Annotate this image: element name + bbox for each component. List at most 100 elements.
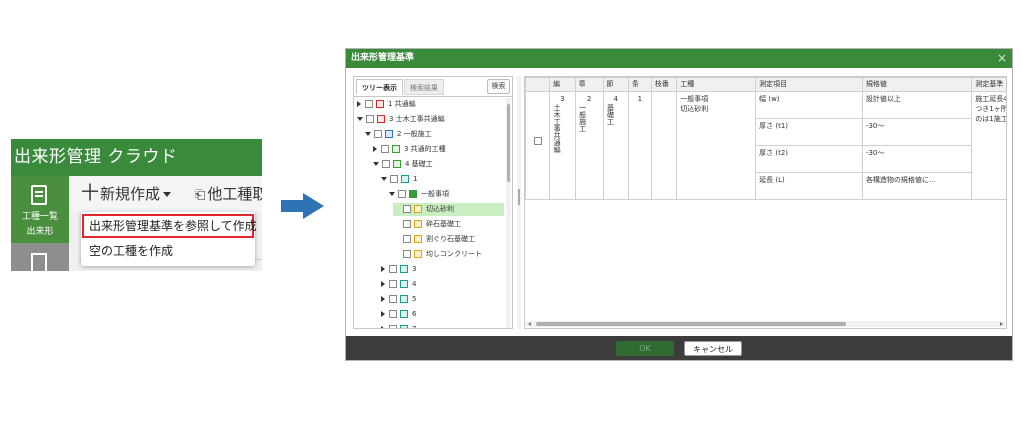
col-header-item: 測定項目 xyxy=(755,77,863,92)
scroll-left-icon[interactable] xyxy=(528,322,531,326)
new-create-button[interactable]: 十新規作成 xyxy=(81,184,172,204)
node-icon xyxy=(414,220,422,228)
tree-checkbox[interactable] xyxy=(389,265,397,273)
tree-checkbox[interactable] xyxy=(403,220,411,228)
expand-icon[interactable] xyxy=(381,311,385,317)
expand-icon[interactable] xyxy=(381,296,385,302)
tree-item[interactable]: 一般事項 xyxy=(389,188,449,201)
tree-item[interactable]: 5 xyxy=(381,293,416,306)
tree-item-label: 6 xyxy=(412,310,417,318)
tab-search-results[interactable]: 検索結果 xyxy=(404,79,444,95)
toolbar: 十新規作成 ⎗ 他工種取 xyxy=(69,176,262,212)
node-icon xyxy=(377,115,385,123)
tree-checkbox[interactable] xyxy=(389,325,397,328)
cancel-button[interactable]: キャンセル xyxy=(684,341,742,356)
cell-sho: 2 一般施工 xyxy=(574,91,604,200)
tree-item[interactable]: 2 一般施工 xyxy=(365,128,432,141)
tree-checkbox[interactable] xyxy=(403,235,411,243)
expand-icon[interactable] xyxy=(381,281,385,287)
ok-button[interactable]: OK xyxy=(616,341,674,356)
expand-icon[interactable] xyxy=(381,326,385,328)
table-h-scrollbar[interactable] xyxy=(526,321,1005,327)
tree-item[interactable]: 1 共通編 xyxy=(357,98,416,111)
import-icon: ⎗ xyxy=(195,188,206,203)
tree-item-label: 4 xyxy=(412,280,417,288)
tree-item-label: 割ぐり石基礎工 xyxy=(426,235,475,243)
collapse-icon[interactable] xyxy=(373,162,379,166)
sho-number: 2 xyxy=(586,95,592,103)
collapse-icon[interactable] xyxy=(389,192,395,196)
tree-checkbox[interactable] xyxy=(365,100,373,108)
collapse-icon[interactable] xyxy=(381,177,387,181)
tree-tabs: ツリー表示 検索結果 検索 xyxy=(354,77,512,97)
dialog-title: 出来形管理基準 xyxy=(351,53,415,63)
close-icon[interactable]: × xyxy=(997,51,1007,65)
tree-checkbox[interactable] xyxy=(374,130,382,138)
tree-panel: ツリー表示 検索結果 検索 1 共通編 3 土木工事共通編 2 一般施工 3 共… xyxy=(353,76,513,329)
tree-scrollbar-thumb[interactable] xyxy=(507,104,510,182)
tree-item-label: 砕石基礎工 xyxy=(426,220,461,228)
standard-dialog: 出来形管理基準 × ツリー表示 検索結果 検索 1 共通編 3 土木工事共通編 … xyxy=(345,48,1013,361)
collapse-icon[interactable] xyxy=(365,132,371,136)
node-icon xyxy=(385,130,393,138)
tree-item[interactable]: 1 xyxy=(381,173,417,186)
sidebar-item-koshu-list[interactable]: 工種一覧 出来形 xyxy=(11,176,69,243)
sidebar-item-sublabel: 出来形 xyxy=(26,227,54,237)
tab-tree[interactable]: ツリー表示 xyxy=(356,79,403,95)
copy-from-other-button[interactable]: ⎗ 他工種取 xyxy=(195,184,262,206)
scroll-right-icon[interactable] xyxy=(1000,322,1003,326)
tree-item[interactable]: 4 xyxy=(381,278,416,291)
table-row[interactable]: 3 土木工事共通編 2 一般施工 4 基礎工 1 一般事項 切込砂利 幅 (w) 設計値… xyxy=(525,91,1006,200)
tree-checkbox[interactable] xyxy=(398,190,406,198)
tree-item-selected[interactable]: 切込砂利 xyxy=(393,203,504,216)
tree-checkbox[interactable] xyxy=(403,250,411,258)
cell-value: 各構造物の規格値に… xyxy=(861,172,973,200)
tree-item[interactable]: 7 xyxy=(381,323,416,328)
standard-table-panel: 編 章 節 条 枝番 工種 測定項目 規格値 測定基準 3 土木工事共通編 2 一般… xyxy=(524,76,1007,329)
tree-checkbox[interactable] xyxy=(389,295,397,303)
tree-checkbox[interactable] xyxy=(389,280,397,288)
cell-item: 幅 (w) xyxy=(755,91,863,119)
arrow-right-icon-head xyxy=(303,193,324,219)
tree-checkbox[interactable] xyxy=(390,175,398,183)
col-header-edaban: 枝番 xyxy=(650,77,678,92)
search-button[interactable]: 検索 xyxy=(487,79,510,94)
tree-item[interactable]: 3 土木工事共通編 xyxy=(357,113,445,126)
cell-koshu: 一般事項 切込砂利 xyxy=(676,91,757,200)
tree-item[interactable]: 6 xyxy=(381,308,416,321)
node-icon xyxy=(400,310,408,318)
menu-item-create-empty[interactable]: 空の工種を作成 xyxy=(82,240,261,262)
tree-item[interactable]: 3 共通的工種 xyxy=(373,143,446,156)
expand-icon[interactable] xyxy=(373,146,377,152)
tree-checkbox[interactable] xyxy=(381,145,389,153)
sidebar-item-2[interactable] xyxy=(11,243,69,271)
node-icon xyxy=(414,235,422,243)
koshu-line1: 一般事項 xyxy=(680,95,709,103)
row-checkbox[interactable] xyxy=(533,137,542,145)
cell-setsu: 4 基礎工 xyxy=(602,91,629,200)
tree-item-label: 1 共通編 xyxy=(388,100,416,108)
collapse-icon[interactable] xyxy=(357,117,363,121)
hen-number: 3 xyxy=(560,95,565,103)
tree-checkbox[interactable] xyxy=(366,115,374,123)
tree-item-label: 4 基礎工 xyxy=(405,160,433,168)
tree-item[interactable]: 割ぐり石基礎工 xyxy=(403,233,475,246)
tree-item-label: 5 xyxy=(412,295,417,303)
row-checkbox-cell[interactable] xyxy=(525,91,551,200)
standard-table: 編 章 節 条 枝番 工種 測定項目 規格値 測定基準 3 土木工事共通編 2 一般… xyxy=(525,77,1006,200)
expand-icon[interactable] xyxy=(381,266,385,272)
tree-item-label: 切込砂利 xyxy=(426,205,454,213)
tree-checkbox[interactable] xyxy=(389,310,397,318)
node-icon xyxy=(400,325,408,328)
tree-checkbox[interactable] xyxy=(403,205,411,213)
table-h-scrollbar-thumb[interactable] xyxy=(536,322,846,326)
tree-item[interactable]: 砕石基礎工 xyxy=(403,218,461,231)
tree-item[interactable]: 3 xyxy=(381,263,416,276)
tree-item[interactable]: 4 基礎工 xyxy=(373,158,433,171)
splitter-grip[interactable] xyxy=(518,189,520,205)
tree-item[interactable]: 均しコンクリート xyxy=(403,248,482,261)
tree-checkbox[interactable] xyxy=(382,160,390,168)
menu-item-create-from-standard[interactable]: 出来形管理基準を参照して作成 xyxy=(82,214,257,238)
expand-icon[interactable] xyxy=(357,101,361,107)
cell-value: 設計値以上 xyxy=(861,91,973,119)
